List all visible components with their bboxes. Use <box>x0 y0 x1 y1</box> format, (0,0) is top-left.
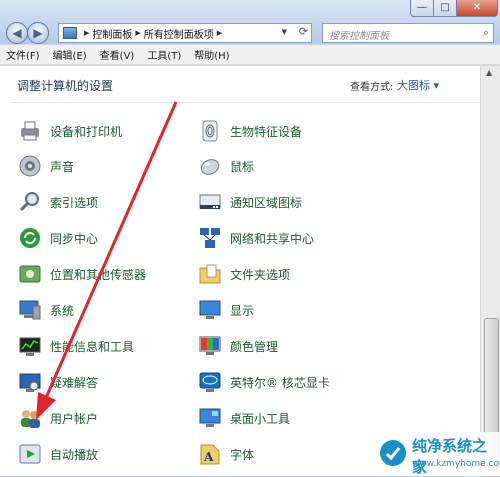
item-system[interactable]: 系统 <box>18 298 74 322</box>
gadgets-icon <box>198 406 222 430</box>
watermark-text: 纯净系统之家 <box>412 437 488 476</box>
minimize-button[interactable]: — <box>410 0 434 17</box>
item-troubleshooting[interactable]: 疑难解答 <box>18 370 98 394</box>
title-bar: — □ ✕ ◀ ▶ ▶ 控制面板 ▶ 所有控制面板项 ▶ ▼ ⟳ 搜索控制面板 … <box>0 0 500 44</box>
fingerprint-icon <box>198 119 222 143</box>
svg-text:A: A <box>203 450 214 464</box>
back-arrow-icon: ◀ <box>12 26 22 40</box>
maximize-button[interactable]: □ <box>433 0 457 17</box>
performance-icon <box>18 334 42 358</box>
forward-arrow-icon: ▶ <box>33 26 43 40</box>
item-fonts[interactable]: A 字体 <box>198 442 254 466</box>
troubleshoot-icon <box>18 370 42 394</box>
item-indexing[interactable]: 索引选项 <box>18 190 98 214</box>
search-icon[interactable]: ⌕ <box>483 26 489 40</box>
menu-file[interactable]: 文件(F) <box>6 47 40 62</box>
item-label: 通知区域图标 <box>230 195 303 210</box>
search-box[interactable]: 搜索控制面板 ⌕ <box>322 23 494 43</box>
item-label: 英特尔® 核芯显卡 <box>230 375 330 390</box>
item-network-sharing[interactable]: 网络和共享中心 <box>198 226 314 250</box>
speaker-icon <box>18 154 42 178</box>
item-label: 网络和共享中心 <box>230 231 315 246</box>
item-label: 桌面小工具 <box>230 411 291 426</box>
watermark: 纯净系统之家 www.kzmyhome.com <box>372 432 500 476</box>
item-label: 位置和其他传感器 <box>50 267 147 282</box>
breadcrumb-control-panel[interactable]: 控制面板 <box>92 26 132 41</box>
item-label: 设备和打印机 <box>50 124 123 139</box>
item-notification-icons[interactable]: 通知区域图标 <box>198 190 302 214</box>
notification-icon <box>198 190 222 214</box>
item-label: 性能信息和工具 <box>50 339 135 354</box>
item-label: 字体 <box>230 447 255 462</box>
refresh-icon[interactable]: ⟳ <box>299 25 308 38</box>
menu-bar: 文件(F) 编辑(E) 查看(V) 工具(T) 帮助(H) <box>0 45 500 65</box>
intel-graphics-icon <box>198 370 222 394</box>
item-color-management[interactable]: 颜色管理 <box>198 334 278 358</box>
item-label: 同步中心 <box>50 231 99 246</box>
item-desktop-gadgets[interactable]: 桌面小工具 <box>198 406 290 430</box>
menu-tools[interactable]: 工具(T) <box>147 47 181 62</box>
menu-edit[interactable]: 编辑(E) <box>53 47 87 62</box>
item-biometric-devices[interactable]: 生物特征设备 <box>198 119 302 143</box>
users-icon <box>18 406 42 430</box>
item-label: 文件夹选项 <box>230 267 291 282</box>
autoplay-icon <box>18 442 42 466</box>
close-button[interactable]: ✕ <box>456 0 498 17</box>
view-by-dropdown[interactable]: 大图标 ▾ <box>397 77 439 93</box>
scroll-up-icon[interactable]: ▲ <box>486 68 492 77</box>
breadcrumb-separator-icon: ▶ <box>84 29 90 37</box>
item-label: 自动播放 <box>50 447 99 462</box>
index-icon <box>18 190 42 214</box>
control-panel-icon <box>63 27 77 39</box>
mouse-icon <box>198 154 222 178</box>
item-label: 生物特征设备 <box>230 124 303 139</box>
address-dropdown-icon[interactable]: ▼ <box>282 28 287 36</box>
folder-icon <box>198 262 222 286</box>
item-intel-graphics[interactable]: 英特尔® 核芯显卡 <box>198 370 330 394</box>
item-sound[interactable]: 声音 <box>18 154 74 178</box>
item-location-sensors[interactable]: 位置和其他传感器 <box>18 262 146 286</box>
item-label: 疑难解答 <box>50 375 99 390</box>
item-label: 颜色管理 <box>230 339 279 354</box>
item-performance[interactable]: 性能信息和工具 <box>18 334 134 358</box>
item-label: 用户帐户 <box>50 411 99 426</box>
item-user-accounts[interactable]: 用户帐户 <box>18 406 98 430</box>
item-autoplay[interactable]: 自动播放 <box>18 442 98 466</box>
menu-view[interactable]: 查看(V) <box>100 47 135 62</box>
content-pane: 调整计算机的设置 查看方式: 大图标 ▾ 设备和打印机 声音 索引选项 同步中心… <box>0 66 480 476</box>
item-label: 索引选项 <box>50 195 99 210</box>
item-label: 显示 <box>230 303 255 318</box>
search-input[interactable]: 搜索控制面板 <box>329 27 389 42</box>
item-display[interactable]: 显示 <box>198 298 254 322</box>
system-icon <box>18 298 42 322</box>
watermark-url: www.kzmyhome.com <box>412 459 500 469</box>
watermark-logo-icon <box>380 440 406 466</box>
item-mouse[interactable]: 鼠标 <box>198 154 254 178</box>
breadcrumb-separator-icon: ▶ <box>135 29 141 37</box>
item-label: 声音 <box>50 159 75 174</box>
color-icon <box>198 334 222 358</box>
display-icon <box>198 298 222 322</box>
item-sync-center[interactable]: 同步中心 <box>18 226 98 250</box>
sync-icon <box>18 226 42 250</box>
breadcrumb-separator-icon: ▶ <box>216 29 223 37</box>
item-label: 鼠标 <box>230 159 255 174</box>
address-bar[interactable]: ▶ 控制面板 ▶ 所有控制面板项 ▶ ▼ ⟳ <box>58 23 312 43</box>
font-icon: A <box>198 442 222 466</box>
page-title: 调整计算机的设置 <box>17 79 114 93</box>
view-by-label: 查看方式: <box>350 82 394 93</box>
item-label: 系统 <box>50 303 75 318</box>
sensor-icon <box>18 262 42 286</box>
back-button[interactable]: ◀ <box>6 22 28 44</box>
forward-button[interactable]: ▶ <box>27 22 49 44</box>
divider <box>12 102 480 103</box>
vertical-scrollbar[interactable]: ▲ <box>480 66 500 476</box>
item-folder-options[interactable]: 文件夹选项 <box>198 262 290 286</box>
network-icon <box>198 226 222 250</box>
menu-help[interactable]: 帮助(H) <box>194 47 229 62</box>
item-devices-printers[interactable]: 设备和打印机 <box>18 119 122 143</box>
printer-icon <box>18 119 42 143</box>
breadcrumb-all-items[interactable]: 所有控制面板项 <box>144 26 214 41</box>
